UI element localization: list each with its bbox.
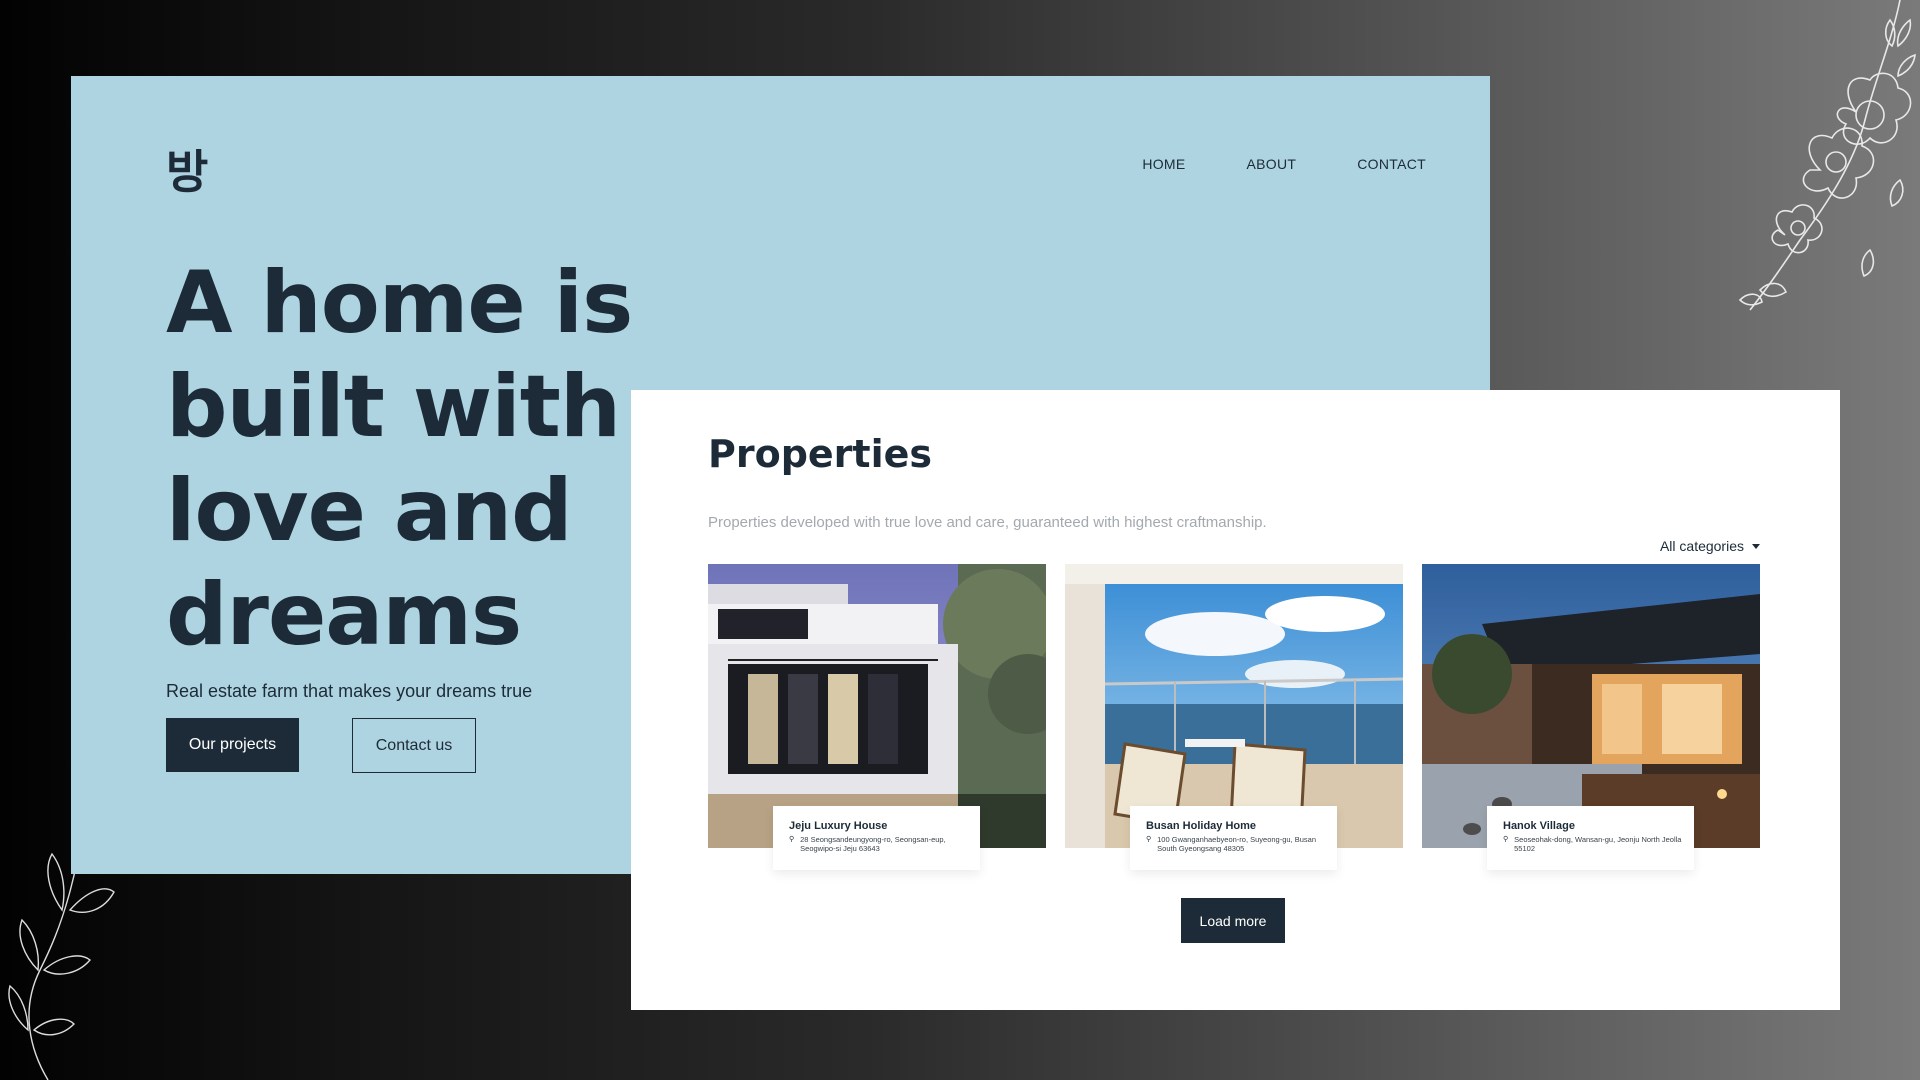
property-address: 100 Gwanganhaebyeon-ro, Suyeong-gu, Busa… (1157, 835, 1317, 853)
property-name: Hanok Village (1503, 820, 1575, 832)
property-label: Busan Holiday Home ⚲ 100 Gwanganhaebyeon… (1130, 806, 1337, 870)
caret-down-icon (1752, 543, 1760, 549)
hero-tagline: Real estate farm that makes your dreams … (166, 681, 533, 701)
load-more-button[interactable]: Load more (1181, 898, 1285, 943)
properties-title: Properties (708, 432, 932, 476)
our-projects-button[interactable]: Our projects (166, 718, 299, 772)
property-address: Seoseohak-dong, Wansan-gu, Jeonju North … (1514, 835, 1682, 853)
property-card[interactable]: Hanok Village ⚲ Seoseohak-dong, Wansan-g… (1422, 564, 1760, 870)
brand-logo[interactable]: 방 (166, 136, 208, 202)
main-nav: HOME ABOUT CONTACT (1142, 156, 1426, 172)
properties-subtitle: Properties developed with true love and … (708, 514, 1267, 531)
contact-us-button[interactable]: Contact us (352, 718, 476, 773)
property-address: 28 Seongsandeungyong-ro, Seongsan-eup, S… (800, 835, 946, 853)
property-label: Hanok Village ⚲ Seoseohak-dong, Wansan-g… (1487, 806, 1694, 870)
flower-illustration (1738, 0, 1916, 311)
location-pin-icon: ⚲ (789, 835, 795, 843)
properties-panel: Properties Properties developed with tru… (631, 390, 1840, 1010)
category-select[interactable]: All categories (1660, 538, 1760, 554)
nav-home[interactable]: HOME (1142, 156, 1185, 172)
category-select-value: All categories (1659, 538, 1744, 554)
location-pin-icon: ⚲ (1146, 835, 1152, 843)
nav-contact[interactable]: CONTACT (1357, 156, 1426, 172)
property-name: Jeju Luxury House (789, 820, 888, 832)
property-label: Jeju Luxury House ⚲ 28 Seongsandeungyong… (773, 806, 980, 870)
location-pin-icon: ⚲ (1503, 835, 1509, 843)
property-card[interactable]: Busan Holiday Home ⚲ 100 Gwanganhaebyeon… (1065, 564, 1403, 870)
property-card[interactable]: Jeju Luxury House ⚲ 28 Seongsandeungyong… (708, 564, 1046, 870)
property-name: Busan Holiday Home (1146, 820, 1257, 832)
nav-about[interactable]: ABOUT (1247, 156, 1297, 172)
